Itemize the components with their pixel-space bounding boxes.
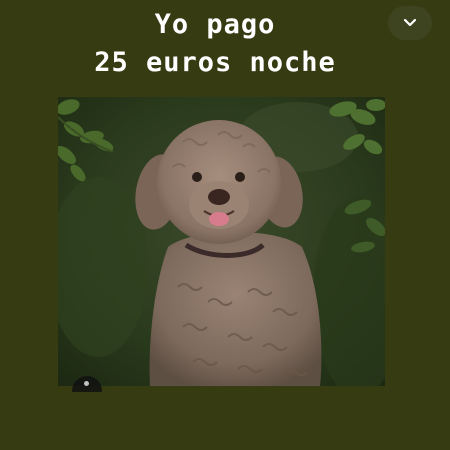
dog-nose: [208, 189, 230, 205]
dog-tongue: [209, 212, 229, 226]
dog-photo[interactable]: [58, 97, 385, 386]
chevron-down-icon: [403, 18, 417, 27]
dog-eye-left: [192, 172, 202, 182]
caption-line-1: Yo pago: [154, 9, 276, 40]
dog-eye-right: [235, 172, 245, 182]
caption-line-2: 25 euros noche: [94, 47, 336, 78]
dog-illustration: [58, 97, 385, 386]
dropdown-button[interactable]: [388, 6, 432, 40]
caption-text: Yo pago 25 euros noche: [0, 6, 430, 82]
story-screen: Yo pago 25 euros noche: [0, 0, 450, 450]
